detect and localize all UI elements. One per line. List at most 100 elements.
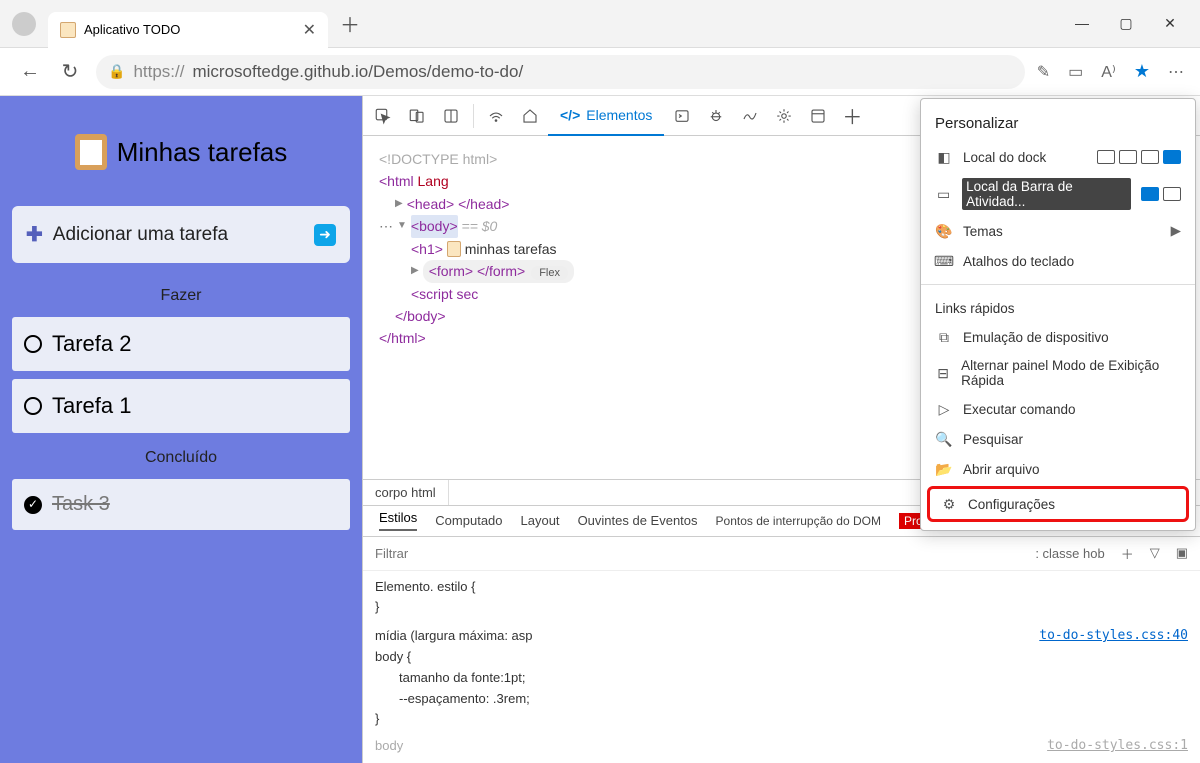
- styles-filter-input[interactable]: [375, 546, 1035, 561]
- todo-app-pane: Minhas tarefas ✚ Adicionar uma tarefa ➜ …: [0, 96, 362, 763]
- play-icon: ▷: [935, 400, 953, 418]
- lock-icon: 🔒: [108, 63, 125, 80]
- search-row[interactable]: 🔍 Pesquisar: [921, 424, 1195, 454]
- devtools-panel: </> Elementos ＋ ⋯ ? ✕ <!DOCTYPE html> <h…: [362, 96, 1200, 763]
- dock-location-row[interactable]: ◧ Local do dock: [921, 142, 1195, 172]
- submit-task-button[interactable]: ➜: [314, 224, 336, 246]
- flex-badge[interactable]: Flex: [531, 266, 568, 280]
- task-row[interactable]: Tarefa 2: [12, 317, 350, 371]
- console-icon[interactable]: [666, 100, 698, 132]
- close-tab-icon[interactable]: ✕: [303, 20, 316, 40]
- breadcrumb-item[interactable]: corpo html: [363, 480, 449, 505]
- devtools-customize-menu: Personalizar ◧ Local do dock ▭ Local da …: [920, 98, 1196, 531]
- application-icon[interactable]: [802, 100, 834, 132]
- plus-icon: ✚: [26, 222, 43, 247]
- dock-undock-option[interactable]: [1097, 150, 1115, 164]
- activity-bar-icon: ▭: [935, 185, 952, 203]
- welcome-icon[interactable]: [514, 100, 546, 132]
- task-row-done[interactable]: Task 3: [12, 479, 350, 530]
- layout-tab[interactable]: Layout: [521, 513, 560, 528]
- devices-icon: ⧉: [935, 328, 953, 346]
- style-source-link[interactable]: to-do-styles.css:40: [1039, 626, 1188, 647]
- tab-title: Aplicativo TODO: [84, 22, 295, 37]
- app-header: Minhas tarefas: [8, 104, 354, 194]
- device-toggle-icon[interactable]: [401, 100, 433, 132]
- gear-icon: ⚙: [940, 495, 958, 513]
- read-aloud-icon[interactable]: A⁾: [1101, 62, 1116, 82]
- performance-icon[interactable]: [734, 100, 766, 132]
- search-icon: 🔍: [935, 430, 953, 448]
- task-label: Tarefa 1: [52, 393, 132, 419]
- style-source-link[interactable]: to-do-styles.css:1: [1047, 736, 1188, 757]
- class-hob-text[interactable]: : classe hob: [1035, 546, 1104, 561]
- expand-icon[interactable]: ▶: [411, 263, 419, 279]
- back-button[interactable]: ←: [16, 60, 44, 83]
- refresh-button[interactable]: ↻: [56, 59, 84, 84]
- panel-layout-icon[interactable]: [435, 100, 467, 132]
- browser-tab[interactable]: Aplicativo TODO ✕: [48, 12, 328, 48]
- dom-breakpoints-tab[interactable]: Pontos de interrupção do DOM: [716, 514, 881, 528]
- quick-view-row[interactable]: ⊟ Alternar painel Modo de Exibição Rápid…: [921, 352, 1195, 394]
- listeners-tab[interactable]: Ouvintes de Eventos: [578, 513, 698, 528]
- task-row[interactable]: Tarefa 1: [12, 379, 350, 433]
- dock-left-option[interactable]: [1119, 150, 1137, 164]
- elements-tab[interactable]: </> Elementos: [548, 96, 664, 136]
- toggle-classes-icon[interactable]: ▽: [1150, 545, 1160, 561]
- clipboard-icon: [75, 134, 107, 170]
- device-emulation-row[interactable]: ⧉ Emulação de dispositivo: [921, 322, 1195, 352]
- computed-tab[interactable]: Computado: [435, 513, 502, 528]
- new-tab-button[interactable]: ＋: [340, 9, 360, 38]
- abar-option-2[interactable]: [1163, 187, 1181, 201]
- task-label-done: Task 3: [52, 493, 110, 516]
- computed-sidebar-icon[interactable]: ▣: [1176, 545, 1188, 561]
- window-controls: — ▢ ✕: [1072, 15, 1192, 32]
- keyboard-icon: ⌨: [935, 252, 953, 270]
- add-tool-icon[interactable]: ＋: [836, 100, 868, 132]
- collections-icon[interactable]: ▭: [1068, 62, 1083, 82]
- folder-icon: 📂: [935, 460, 953, 478]
- run-command-row[interactable]: ▷ Executar comando: [921, 394, 1195, 424]
- elements-tab-label: Elementos: [586, 107, 652, 123]
- add-task-input[interactable]: ✚ Adicionar uma tarefa ➜: [12, 206, 350, 263]
- dom-selected-dots[interactable]: ⋯: [379, 215, 393, 237]
- themes-row[interactable]: 🎨 Temas ▶: [921, 216, 1195, 246]
- open-file-row[interactable]: 📂 Abrir arquivo: [921, 454, 1195, 484]
- abar-option-1[interactable]: [1141, 187, 1159, 201]
- browser-menu-icon[interactable]: ⋯: [1168, 62, 1184, 82]
- task-label: Tarefa 2: [52, 331, 132, 357]
- clipboard-glyph-icon: [447, 241, 461, 257]
- activity-bar-row[interactable]: ▭ Local da Barra de Atividad...: [921, 172, 1195, 216]
- styles-rules[interactable]: Elemento. estilo { } mídia (largura máxi…: [363, 571, 1200, 763]
- panel-icon: ⊟: [935, 364, 951, 382]
- shortcuts-row[interactable]: ⌨ Atalhos do teclado: [921, 246, 1195, 276]
- dock-icon: ◧: [935, 148, 953, 166]
- favorite-icon[interactable]: ★: [1134, 61, 1150, 82]
- inspect-tool-icon[interactable]: [367, 100, 399, 132]
- code-icon: </>: [560, 107, 580, 123]
- styles-tab[interactable]: Estilos: [379, 510, 417, 531]
- profile-avatar[interactable]: [12, 12, 36, 36]
- checkbox-done-icon[interactable]: [24, 496, 42, 514]
- dock-bottom-option[interactable]: [1141, 150, 1159, 164]
- edit-page-icon[interactable]: ✎: [1037, 62, 1050, 82]
- styles-filter-row: : classe hob ＋ ▽ ▣: [363, 537, 1200, 571]
- expand-icon[interactable]: ▶: [395, 196, 403, 212]
- settings-gear-icon[interactable]: [768, 100, 800, 132]
- checkbox-icon[interactable]: [24, 397, 42, 415]
- checkbox-icon[interactable]: [24, 335, 42, 353]
- add-task-placeholder: Adicionar uma tarefa: [53, 224, 304, 246]
- palette-icon: 🎨: [935, 222, 953, 240]
- address-bar[interactable]: 🔒 https://microsoftedge.github.io/Demos/…: [96, 55, 1025, 89]
- close-window-button[interactable]: ✕: [1160, 15, 1180, 32]
- dock-right-option[interactable]: [1163, 150, 1181, 164]
- bug-icon[interactable]: [700, 100, 732, 132]
- network-conditions-icon[interactable]: [480, 100, 512, 132]
- collapse-icon[interactable]: ▼: [397, 218, 407, 234]
- new-style-rule-icon[interactable]: ＋: [1121, 544, 1134, 563]
- url-rest: microsoftedge.github.io/Demos/demo-to-do…: [192, 62, 523, 82]
- chevron-right-icon: ▶: [1171, 223, 1181, 239]
- minimize-button[interactable]: —: [1072, 15, 1092, 32]
- popup-title: Personalizar: [921, 107, 1195, 142]
- settings-row[interactable]: ⚙ Configurações: [927, 486, 1189, 522]
- maximize-button[interactable]: ▢: [1116, 15, 1136, 32]
